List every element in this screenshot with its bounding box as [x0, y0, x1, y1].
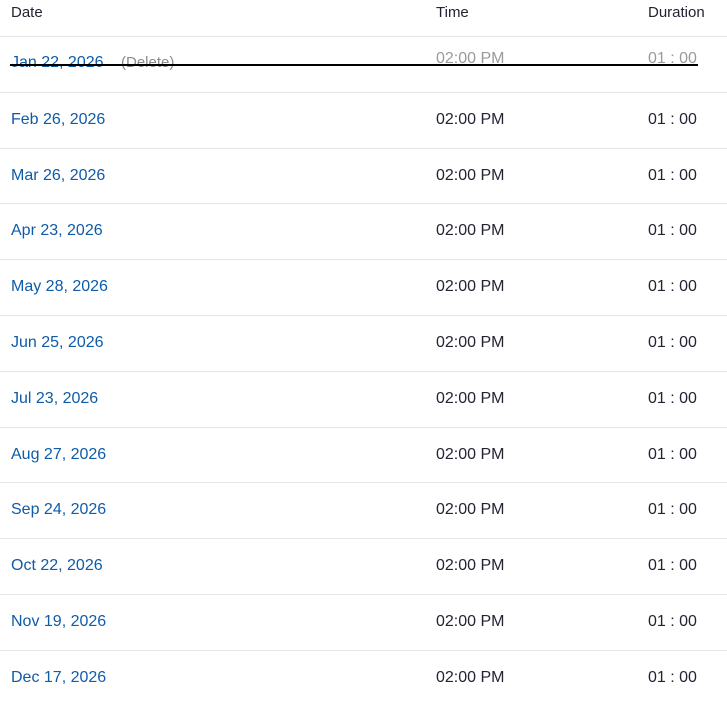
table-header: Date Time Duration [0, 0, 727, 37]
table-row: Jun 25, 2026 02:00 PM 01 : 00 [0, 316, 727, 372]
occurrence-duration: 01 : 00 [648, 557, 697, 575]
occurrence-time: 02:00 PM [436, 333, 505, 351]
header-date: Date [11, 4, 43, 21]
occurrence-time: 02:00 PM [436, 110, 505, 128]
occurrence-duration: 01 : 00 [648, 668, 697, 686]
occurrence-date-link[interactable]: Dec 17, 2026 [11, 668, 106, 688]
occurrence-duration: 01 : 00 [648, 166, 697, 184]
occurrence-table: Date Time Duration Jan 22, 2026 (Delete)… [0, 0, 727, 707]
table-row: May 28, 2026 02:00 PM 01 : 00 [0, 260, 727, 316]
table-row: Jul 23, 2026 02:00 PM 01 : 00 [0, 372, 727, 428]
occurrence-duration: 01 : 00 [648, 389, 697, 407]
occurrence-date-link[interactable]: Aug 27, 2026 [11, 445, 106, 465]
table-row: Oct 22, 2026 02:00 PM 01 : 00 [0, 539, 727, 595]
occurrence-time: 02:00 PM [436, 557, 505, 575]
table-row: Dec 17, 2026 02:00 PM 01 : 00 [0, 651, 727, 707]
occurrence-duration: 01 : 00 [648, 445, 697, 463]
occurrence-time: 02:00 PM [436, 222, 505, 240]
table-row: Sep 24, 2026 02:00 PM 01 : 00 [0, 483, 727, 540]
occurrence-time: 02:00 PM [436, 445, 505, 463]
occurrence-time: 02:00 PM [436, 389, 505, 407]
occurrence-time: 02:00 PM [436, 278, 505, 296]
header-duration: Duration [648, 4, 705, 21]
occurrence-time: 02:00 PM [436, 668, 505, 686]
occurrence-date-link[interactable]: Jun 25, 2026 [11, 333, 104, 353]
occurrence-date-link[interactable]: Oct 22, 2026 [11, 556, 103, 576]
occurrence-duration: 01 : 00 [648, 501, 697, 519]
table-row-deleted: Jan 22, 2026 (Delete) 02:00 PM 01 : 00 [0, 37, 727, 93]
occurrence-duration: 01 : 00 [648, 278, 697, 296]
occurrence-date-link[interactable]: Nov 19, 2026 [11, 612, 106, 632]
table-row: Feb 26, 2026 02:00 PM 01 : 00 [0, 93, 727, 149]
occurrence-duration: 01 : 00 [648, 333, 697, 351]
occurrence-date-link[interactable]: Apr 23, 2026 [11, 221, 103, 241]
occurrence-date-link[interactable]: Mar 26, 2026 [11, 166, 105, 186]
occurrence-date-link[interactable]: Jan 22, 2026 [11, 53, 104, 73]
occurrence-duration: 01 : 00 [648, 612, 697, 630]
occurrence-duration: 01 : 00 [648, 222, 697, 240]
occurrence-time: 02:00 PM [436, 50, 505, 67]
occurrence-date-link[interactable]: Sep 24, 2026 [11, 500, 106, 520]
table-row: Aug 27, 2026 02:00 PM 01 : 00 [0, 428, 727, 484]
occurrence-time: 02:00 PM [436, 501, 505, 519]
occurrence-date-link[interactable]: Feb 26, 2026 [11, 110, 105, 130]
occurrence-duration: 01 : 00 [648, 50, 697, 67]
table-row: Apr 23, 2026 02:00 PM 01 : 00 [0, 204, 727, 261]
header-time: Time [436, 4, 469, 21]
occurrence-date-link[interactable]: Jul 23, 2026 [11, 389, 98, 409]
table-row: Nov 19, 2026 02:00 PM 01 : 00 [0, 595, 727, 651]
occurrence-time: 02:00 PM [436, 612, 505, 630]
occurrence-time: 02:00 PM [436, 166, 505, 184]
deleted-note: (Delete) [121, 54, 175, 71]
occurrence-duration: 01 : 00 [648, 110, 697, 128]
strikethrough-line [10, 64, 698, 66]
table-row: Mar 26, 2026 02:00 PM 01 : 00 [0, 149, 727, 205]
occurrence-date-link[interactable]: May 28, 2026 [11, 277, 108, 297]
